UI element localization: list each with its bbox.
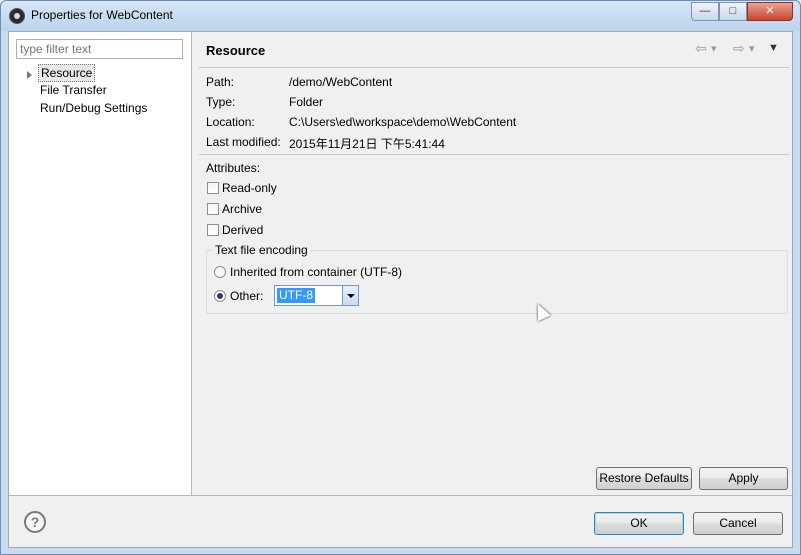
path-label: Path: <box>206 75 235 89</box>
back-arrow-icon[interactable]: ⇦ <box>695 40 707 57</box>
last-modified-label: Last modified: <box>206 135 281 149</box>
last-modified-value: 2015年11月21日 下午5:41:44 <box>289 137 445 151</box>
read-only-label[interactable]: Read-only <box>222 181 277 195</box>
header-divider <box>199 67 789 68</box>
ok-button[interactable]: OK <box>594 512 684 535</box>
properties-dialog: Properties for WebContent — □ ✕ Resource… <box>0 0 801 555</box>
dialog-body: Resource File Transfer Run/Debug Setting… <box>8 31 793 548</box>
apply-button[interactable]: Apply <box>699 467 788 490</box>
path-value: /demo/WebContent <box>289 75 393 89</box>
other-encoding-radio[interactable] <box>214 290 226 302</box>
maximize-button[interactable]: □ <box>719 2 747 21</box>
text-encoding-group-title: Text file encoding <box>213 243 310 257</box>
attributes-label: Attributes: <box>206 161 261 175</box>
eclipse-app-icon <box>9 8 25 24</box>
encoding-combo-value[interactable]: UTF-8 <box>277 288 315 303</box>
minimize-button[interactable]: — <box>691 2 719 21</box>
title-bar[interactable]: Properties for WebContent — □ ✕ <box>1 1 800 31</box>
expand-arrow-icon[interactable] <box>27 71 32 79</box>
forward-history-dropdown-icon[interactable]: ▾ <box>749 42 755 55</box>
view-menu-icon[interactable]: ▼ <box>768 42 779 54</box>
inherited-encoding-label[interactable]: Inherited from container (UTF-8) <box>230 265 402 279</box>
footer-divider <box>9 495 793 496</box>
dropdown-arrow-icon[interactable] <box>342 286 358 305</box>
location-label: Location: <box>206 115 255 129</box>
inherited-encoding-radio[interactable] <box>214 266 226 278</box>
derived-label[interactable]: Derived <box>222 223 263 237</box>
main-panel: Resource ⇦ ▾ ⇨ ▾ ▼ Path: /demo/WebConten… <box>193 32 793 495</box>
read-only-checkbox[interactable] <box>207 182 219 194</box>
restore-defaults-button[interactable]: Restore Defaults <box>596 467 692 490</box>
archive-checkbox[interactable] <box>207 203 219 215</box>
archive-label[interactable]: Archive <box>222 202 262 216</box>
properties-divider <box>199 154 789 155</box>
other-encoding-label[interactable]: Other: <box>230 289 263 303</box>
forward-arrow-icon[interactable]: ⇨ <box>733 40 745 57</box>
sidebar-item-resource[interactable]: Resource <box>38 64 96 82</box>
help-icon[interactable]: ? <box>24 511 46 533</box>
sidebar: Resource File Transfer Run/Debug Setting… <box>9 32 192 495</box>
sidebar-item-run-debug-settings[interactable]: Run/Debug Settings <box>40 101 147 115</box>
encoding-combo[interactable]: UTF-8 <box>274 285 359 306</box>
cancel-button[interactable]: Cancel <box>693 512 783 535</box>
location-value: C:\Users\ed\workspace\demo\WebContent <box>289 115 517 129</box>
close-button[interactable]: ✕ <box>747 2 793 21</box>
derived-checkbox[interactable] <box>207 224 219 236</box>
window-title: Properties for WebContent <box>31 8 173 22</box>
type-value: Folder <box>289 95 324 109</box>
back-history-dropdown-icon[interactable]: ▾ <box>711 42 717 55</box>
page-title: Resource <box>206 43 266 58</box>
sidebar-item-file-transfer[interactable]: File Transfer <box>40 83 107 97</box>
filter-input[interactable] <box>16 39 183 59</box>
type-label: Type: <box>206 95 236 109</box>
